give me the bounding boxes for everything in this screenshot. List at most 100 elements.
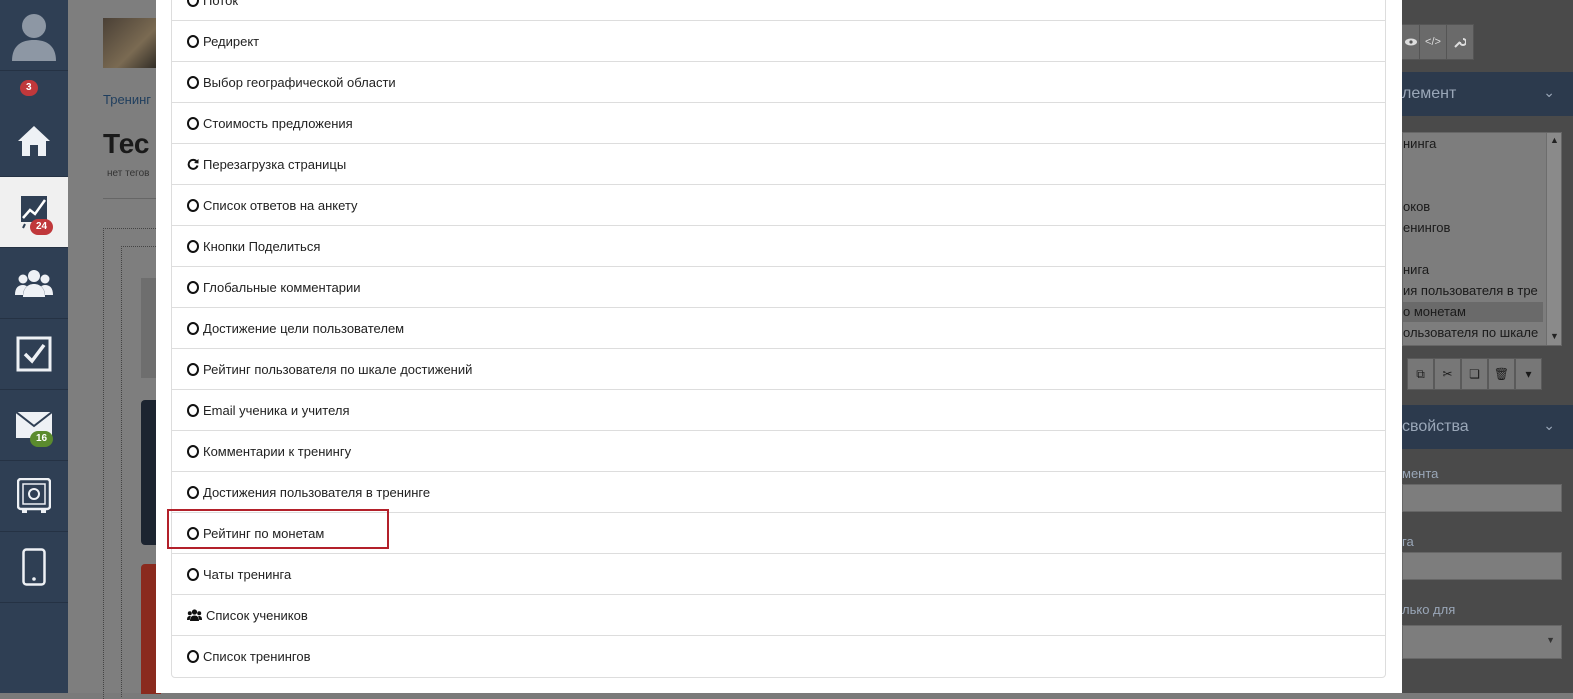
- block-type-item[interactable]: Кнопки Поделиться: [172, 226, 1385, 267]
- sidebar-item-mail[interactable]: [0, 390, 68, 461]
- scroll-down-icon[interactable]: ▼: [1550, 331, 1559, 341]
- checkbox-tasks-icon: [16, 336, 52, 372]
- home-icon: [18, 126, 50, 156]
- block-type-item[interactable]: Перезагрузка страницы: [172, 144, 1385, 185]
- circle-icon: [187, 75, 199, 89]
- cut-button[interactable]: ✂: [1434, 358, 1461, 390]
- circle-icon: [187, 403, 199, 417]
- block-type-item[interactable]: Глобальные комментарии: [172, 267, 1385, 308]
- block-type-item[interactable]: Список ответов на анкету: [172, 185, 1385, 226]
- listbox-scrollbar[interactable]: ▲ ▼: [1546, 133, 1561, 345]
- list-item[interactable]: [1403, 176, 1543, 196]
- properties-section-header[interactable]: свойства ⌄: [1402, 405, 1573, 449]
- list-item[interactable]: оков: [1403, 197, 1543, 217]
- sidebar-item-home[interactable]: [0, 106, 68, 177]
- sidebar-item-users[interactable]: [0, 248, 68, 319]
- block-type-modal: Поток Редирект Выбор географической област…: [156, 0, 1402, 693]
- block-type-label: Список ответов на анкету: [203, 197, 358, 213]
- block-type-label: Стоимость предложения: [203, 115, 353, 131]
- copy-button[interactable]: ⧉: [1407, 358, 1434, 390]
- list-item[interactable]: ия пользователя в тре: [1403, 281, 1543, 301]
- trash-icon: 🗑: [1493, 367, 1510, 381]
- circle-icon: [187, 34, 199, 48]
- list-item[interactable]: [1403, 155, 1543, 175]
- list-item[interactable]: енингов: [1403, 218, 1543, 238]
- sidebar-item-safe[interactable]: [0, 461, 68, 532]
- caret-down-icon: ▾: [1525, 367, 1532, 381]
- block-type-label: Список учеников: [206, 607, 308, 623]
- block-type-item[interactable]: Стоимость предложения: [172, 103, 1385, 144]
- block-type-label: Достижения пользователя в тренинге: [203, 484, 431, 500]
- circle-icon: [187, 0, 199, 7]
- list-item[interactable]: нига: [1403, 260, 1543, 280]
- notifications-badge[interactable]: 3: [20, 80, 38, 96]
- chevron-down-icon: ▼: [1546, 635, 1555, 645]
- eye-icon: [1405, 38, 1417, 46]
- circle-icon: [187, 280, 199, 294]
- page-title: Тес: [103, 128, 150, 159]
- block-type-label: Чаты тренинга: [203, 566, 292, 582]
- user-avatar-button[interactable]: [0, 0, 68, 71]
- cut-icon: ✂: [1442, 367, 1453, 381]
- element-value-input[interactable]: [1402, 552, 1562, 580]
- block-type-item[interactable]: Список тренингов: [172, 636, 1385, 677]
- block-type-item[interactable]: Список учеников: [172, 595, 1385, 636]
- code-button[interactable]: </>: [1419, 24, 1447, 60]
- block-type-item[interactable]: Достижения пользователя в тренинге: [172, 472, 1385, 513]
- block-type-item[interactable]: Чаты тренинга: [172, 554, 1385, 595]
- block-type-item[interactable]: Достижение цели пользователем: [172, 308, 1385, 349]
- tags-text: нет тегов: [107, 168, 150, 179]
- right-editor-panel: </> лемент ⌄ нинга оков енингов нига ия …: [1397, 0, 1573, 693]
- element-action-toolbar: ⧉ ✂ ❏ 🗑 ▾: [1407, 358, 1542, 390]
- circle-icon: [187, 567, 199, 581]
- sidebar-item-tasks[interactable]: [0, 319, 68, 390]
- block-type-label: Рейтинг по монетам: [203, 525, 325, 541]
- block-type-item[interactable]: Рейтинг по монетам: [172, 513, 1385, 554]
- list-item[interactable]: нинга: [1403, 134, 1543, 154]
- paste-icon: ❏: [1469, 367, 1480, 381]
- element-name-input[interactable]: [1402, 484, 1562, 512]
- prop-label: га: [1402, 534, 1414, 549]
- chevron-down-icon: ⌄: [1543, 84, 1555, 100]
- block-type-item[interactable]: Поток: [172, 0, 1385, 21]
- prop-label: лько для: [1402, 602, 1456, 617]
- block-type-label: Email ученика и учителя: [203, 402, 350, 418]
- divider: [103, 198, 163, 199]
- block-type-label: Выбор географической области: [203, 74, 396, 90]
- course-thumbnail: [103, 18, 158, 68]
- circle-icon: [187, 650, 199, 663]
- breadcrumb[interactable]: Тренинг: [103, 92, 151, 107]
- list-item[interactable]: [1403, 239, 1543, 259]
- block-type-item[interactable]: Выбор географической области: [172, 62, 1385, 103]
- chevron-down-icon: ⌄: [1543, 417, 1555, 433]
- refresh-icon: [187, 158, 199, 170]
- list-item-selected[interactable]: о монетам: [1403, 302, 1543, 322]
- settings-tool-button[interactable]: [1446, 24, 1474, 60]
- circle-icon: [187, 444, 199, 458]
- block-type-label: Рейтинг пользователя по шкале достижений: [203, 361, 473, 377]
- visibility-select[interactable]: ▼: [1402, 625, 1562, 659]
- paste-button[interactable]: ❏: [1461, 358, 1488, 390]
- sidebar-item-analytics[interactable]: [0, 177, 68, 248]
- circle-icon: [187, 116, 199, 130]
- more-actions-button[interactable]: ▾: [1515, 358, 1542, 390]
- sidebar-item-mobile[interactable]: [0, 532, 68, 603]
- list-item[interactable]: ользователя по шкале: [1403, 323, 1543, 343]
- element-section-header[interactable]: лемент ⌄: [1402, 72, 1573, 116]
- block-type-item[interactable]: Email ученика и учителя: [172, 390, 1385, 431]
- properties-section-title: свойства: [1402, 418, 1469, 435]
- block-type-label: Список тренингов: [203, 649, 311, 664]
- safe-vault-icon: [17, 478, 51, 513]
- prop-label: мента: [1402, 466, 1439, 481]
- mobile-phone-icon: [22, 548, 46, 586]
- delete-button[interactable]: 🗑: [1488, 358, 1515, 390]
- element-listbox[interactable]: нинга оков енингов нига ия пользователя …: [1402, 132, 1562, 346]
- block-type-item[interactable]: Комментарии к тренингу: [172, 431, 1385, 472]
- circle-icon: [187, 321, 199, 335]
- block-type-label: Достижение цели пользователем: [203, 320, 405, 336]
- element-section-title: лемент: [1402, 85, 1457, 102]
- scroll-up-icon[interactable]: ▲: [1550, 135, 1559, 145]
- block-type-label: Комментарии к тренингу: [203, 443, 352, 459]
- block-type-item[interactable]: Рейтинг пользователя по шкале достижений: [172, 349, 1385, 390]
- block-type-item[interactable]: Редирект: [172, 21, 1385, 62]
